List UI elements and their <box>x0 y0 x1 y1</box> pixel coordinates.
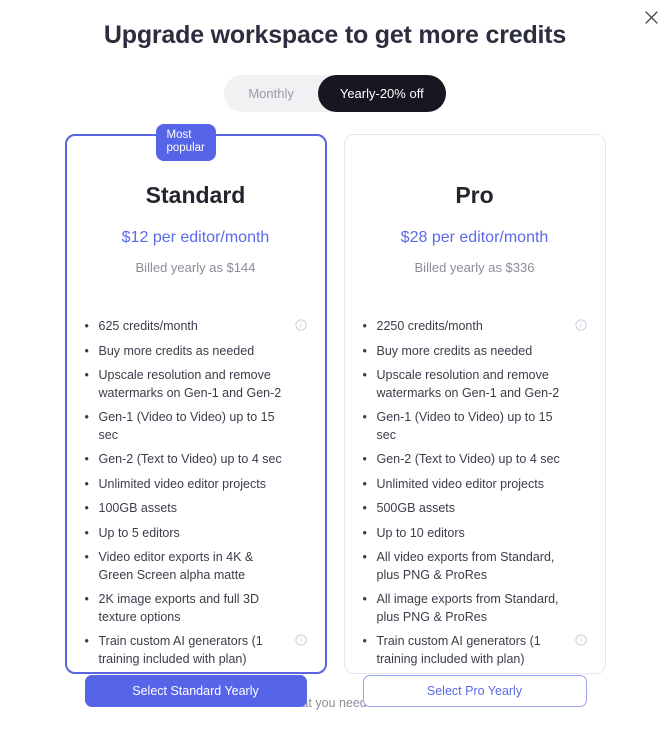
feature-label: All video exports from Standard, plus PN… <box>376 550 555 582</box>
feature-item: • 625 credits/month <box>85 318 307 343</box>
bullet-icon: • <box>362 343 367 358</box>
feature-label: 100GB assets <box>98 501 178 515</box>
feature-item: • Unlimited video editor projects <box>85 476 307 501</box>
feature-list: • 625 credits/month • Buy more credits as n… <box>85 276 307 675</box>
bullet-icon: • <box>84 410 89 424</box>
feature-label: 2250 credits/month <box>376 319 483 333</box>
feature-label: 625 credits/month <box>98 319 198 333</box>
plan-price: $12 per editor/month <box>121 229 270 246</box>
feature-label: Up to 10 editors <box>376 525 465 540</box>
bullet-icon: • <box>362 592 367 606</box>
feature-item: • 2250 credits/month <box>363 318 587 343</box>
feature-item: • Gen-2 (Text to Video) up to 4 sec <box>85 451 307 476</box>
bullet-icon: • <box>84 592 89 606</box>
plan-price: $28 per editor/month <box>400 229 549 246</box>
bullet-icon: • <box>362 501 367 515</box>
bullet-icon: • <box>84 476 89 491</box>
select-standard-button[interactable]: Select Standard Yearly <box>84 675 307 707</box>
bullet-icon: • <box>362 525 367 540</box>
bullet-icon: • <box>84 343 89 358</box>
bullet-icon: • <box>362 476 367 491</box>
most-popular-badge: Most popular <box>155 124 216 161</box>
feature-label: Gen-1 (Video to Video) up to 15 sec <box>98 410 275 442</box>
close-icon <box>644 10 658 24</box>
bullet-icon: • <box>362 452 367 466</box>
billing-toggle-group: Monthly Yearly-20% off <box>224 75 446 112</box>
close-button[interactable] <box>640 6 662 28</box>
bullet-icon: • <box>84 319 89 333</box>
feature-item: • Gen-1 (Video to Video) up to 15 sec <box>85 409 307 451</box>
feature-item: • Gen-1 (Video to Video) up to 15 sec <box>363 409 587 451</box>
toggle-option-yearly[interactable]: Yearly-20% off <box>317 75 446 112</box>
bullet-icon: • <box>362 634 367 648</box>
info-icon[interactable] <box>294 319 307 331</box>
feature-item: • Upscale resolution and remove watermark… <box>85 367 307 409</box>
billing-toggle: Monthly Yearly-20% off <box>0 75 670 112</box>
feature-label: 2K image exports and full 3D texture opt… <box>98 592 260 624</box>
bullet-icon: • <box>84 525 89 540</box>
bullet-icon: • <box>84 501 89 515</box>
plan-cards: Most popular Standard $12 per editor/mon… <box>0 124 670 707</box>
bullet-icon: • <box>362 319 367 333</box>
plan-billing-note: Billed yearly as $336 <box>414 260 535 275</box>
bullet-icon: • <box>84 368 89 382</box>
feature-item: • Train custom AI generators (1 training … <box>85 633 307 675</box>
feature-label: Train custom AI generators (1 training i… <box>376 634 541 666</box>
feature-item: • 2K image exports and full 3D texture op… <box>85 591 307 633</box>
feature-label: Train custom AI generators (1 training i… <box>98 634 263 666</box>
feature-item: • Video editor exports in 4K & Green Scre… <box>85 549 307 591</box>
feature-item: • Buy more credits as needed <box>85 343 307 368</box>
feature-label: Buy more credits as needed <box>98 343 255 358</box>
feature-label: Gen-2 (Text to Video) up to 4 sec <box>376 452 560 466</box>
feature-label: 500GB assets <box>376 501 456 515</box>
select-pro-button[interactable]: Select Pro Yearly <box>362 675 587 707</box>
toggle-option-monthly[interactable]: Monthly <box>224 75 318 112</box>
feature-label: Gen-1 (Video to Video) up to 15 sec <box>376 410 553 442</box>
info-icon[interactable] <box>294 634 307 646</box>
feature-item: • All image exports from Standard, plus P… <box>363 591 587 633</box>
plan-card-pro[interactable]: Pro $28 per editor/month Billed yearly a… <box>343 134 606 707</box>
bullet-icon: • <box>84 452 89 466</box>
feature-label: Gen-2 (Text to Video) up to 4 sec <box>98 452 282 466</box>
page-title: Upgrade workspace to get more credits <box>103 21 567 49</box>
feature-item: • Train custom AI generators (1 training … <box>363 633 587 675</box>
feature-label: Unlimited video editor projects <box>98 476 266 491</box>
feature-item: • 100GB assets <box>85 500 307 525</box>
feature-item: • Up to 5 editors <box>85 525 307 550</box>
feature-item: • Upscale resolution and remove watermark… <box>363 367 587 409</box>
feature-item: • 500GB assets <box>363 500 587 525</box>
plan-name: Pro <box>455 182 494 208</box>
bullet-icon: • <box>362 410 367 424</box>
bullet-icon: • <box>362 550 367 564</box>
feature-label: Video editor exports in 4K & Green Scree… <box>98 550 254 582</box>
feature-label: Buy more credits as needed <box>376 343 533 358</box>
bullet-icon: • <box>84 550 89 564</box>
feature-item: • Up to 10 editors <box>363 525 587 550</box>
feature-label: Upscale resolution and remove watermarks… <box>98 368 282 400</box>
feature-label: Upscale resolution and remove watermarks… <box>376 368 560 400</box>
feature-label: Up to 5 editors <box>98 525 180 540</box>
plan-billing-note: Billed yearly as $144 <box>135 260 256 275</box>
feature-item: • Gen-2 (Text to Video) up to 4 sec <box>363 451 587 476</box>
feature-list: • 2250 credits/month • Buy more credits as … <box>363 276 587 675</box>
info-icon[interactable] <box>574 634 587 646</box>
feature-label: All image exports from Standard, plus PN… <box>376 592 559 624</box>
feature-item: • Unlimited video editor projects <box>363 476 587 501</box>
feature-label: Unlimited video editor projects <box>376 476 544 491</box>
bullet-icon: • <box>84 634 89 648</box>
feature-item: • Buy more credits as needed <box>363 343 587 368</box>
bullet-icon: • <box>362 368 367 382</box>
info-icon[interactable] <box>574 319 587 331</box>
feature-item: • All video exports from Standard, plus P… <box>363 549 587 591</box>
plan-card-standard[interactable]: Most popular Standard $12 per editor/mon… <box>64 124 327 707</box>
